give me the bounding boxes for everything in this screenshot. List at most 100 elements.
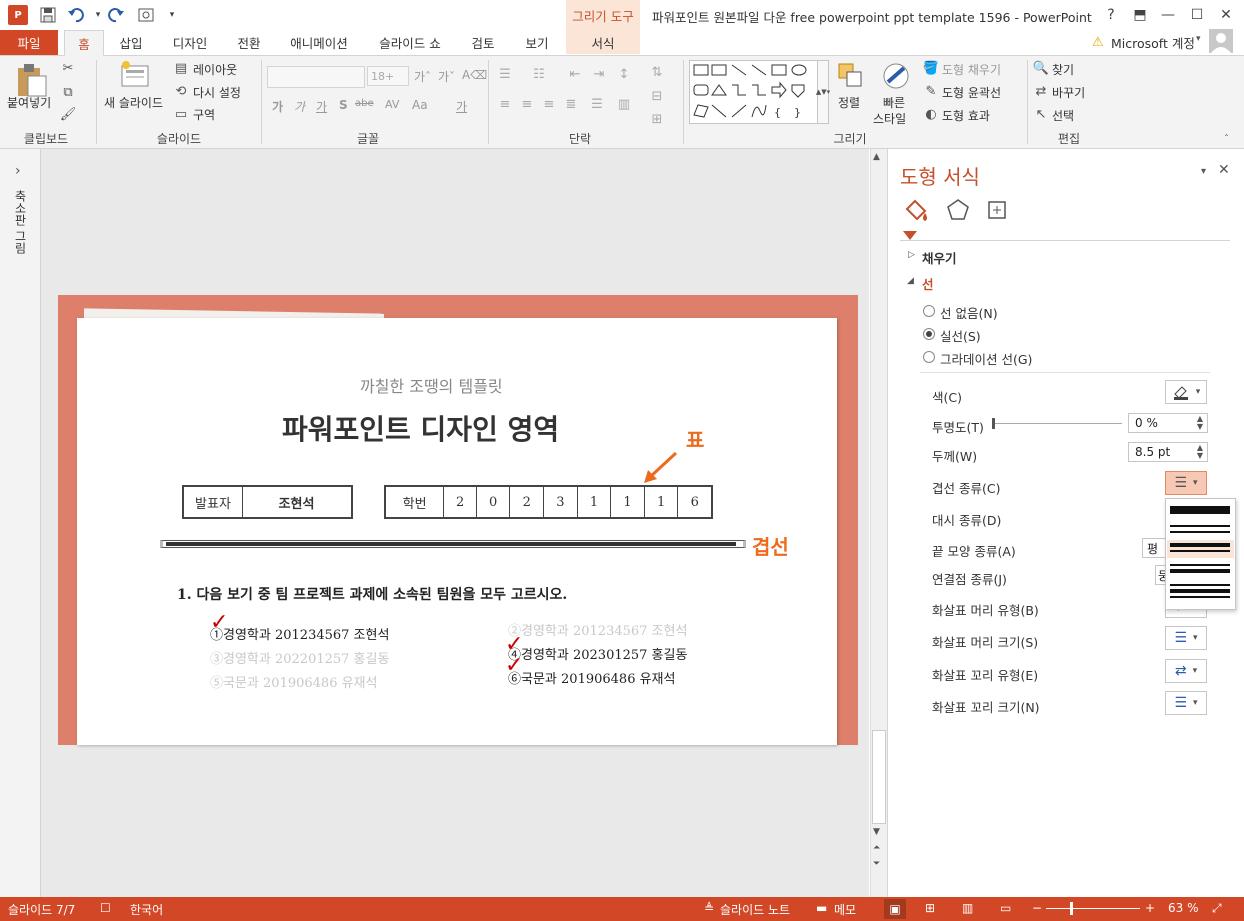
thumbnail-pane-collapsed[interactable] <box>0 149 41 897</box>
tab-format[interactable]: 서식 <box>566 30 640 54</box>
account-button[interactable]: Microsoft 계정 <box>1111 33 1195 52</box>
size-properties-tab-icon[interactable] <box>984 197 1010 223</box>
smartart-icon[interactable]: ⊞ <box>649 111 665 127</box>
bold-icon[interactable]: 가 <box>272 98 283 115</box>
account-dropdown-icon[interactable]: ▾ <box>1196 34 1201 44</box>
layout-icon[interactable]: ▤ <box>173 60 189 76</box>
option-6[interactable]: ⑥국문과 201906486 유재석 <box>508 668 675 687</box>
font-name-select[interactable] <box>267 66 365 88</box>
fit-to-window-icon[interactable]: ⤢ <box>1212 901 1222 916</box>
compound-option-triple[interactable] <box>1170 584 1230 600</box>
compound-type-button[interactable]: ☰ ▾ <box>1165 471 1207 495</box>
tab-insert[interactable]: 삽입 <box>108 30 154 54</box>
distributed-icon[interactable]: ☰ <box>589 96 605 112</box>
clear-format-icon[interactable]: A⌫ <box>462 68 487 82</box>
fill-line-tab-icon[interactable] <box>903 197 931 223</box>
transparency-input[interactable]: 0 % ▲ ▼ <box>1128 413 1208 433</box>
minimize-icon[interactable]: — <box>1155 4 1181 26</box>
scroll-down-icon[interactable]: ▼ <box>873 827 880 837</box>
new-slide-icon[interactable] <box>120 60 150 90</box>
maximize-icon[interactable]: ☐ <box>1184 4 1210 26</box>
zoom-level[interactable]: 63 % <box>1168 901 1199 915</box>
justify-icon[interactable]: ≣ <box>563 96 579 112</box>
tab-animations[interactable]: 애니메이션 <box>278 30 360 54</box>
find-button[interactable]: 찾기 <box>1052 61 1074 78</box>
scrollbar-thumb[interactable] <box>872 730 886 824</box>
undo-dropdown-icon[interactable]: ▾ <box>88 5 108 25</box>
text-direction-icon[interactable]: ⇅ <box>649 64 665 80</box>
replace-button[interactable]: 바꾸기 <box>1052 84 1085 101</box>
undo-icon[interactable] <box>66 5 86 25</box>
notes-button[interactable]: 슬라이드 노트 <box>720 901 790 918</box>
zoom-slider[interactable] <box>1046 908 1140 909</box>
pane-close-icon[interactable]: ✕ <box>1218 162 1230 178</box>
quick-styles-button-line2[interactable]: 스타일 <box>873 110 906 127</box>
spellcheck-icon[interactable]: ☐ <box>100 901 111 915</box>
compound-option-thin-thick[interactable] <box>1170 564 1230 576</box>
shrink-font-icon[interactable]: 가ˇ <box>438 68 455 85</box>
shape-effects-button[interactable]: 도형 효과 <box>942 107 990 124</box>
numbering-icon[interactable]: ☷ <box>531 66 547 82</box>
quick-styles-button[interactable]: 빠른 <box>883 94 905 111</box>
ribbon-display-options-icon[interactable]: ⬒ <box>1127 4 1153 26</box>
reset-icon[interactable]: ⟲ <box>173 83 189 99</box>
slide-subtitle[interactable]: 까칠한 조땡의 템플릿 <box>360 373 503 397</box>
section-button[interactable]: 구역 <box>193 106 215 123</box>
replace-icon[interactable]: ⇄ <box>1033 83 1049 99</box>
char-spacing-icon[interactable]: AV <box>385 98 399 111</box>
spinner-icon[interactable]: ▲ ▼ <box>1193 443 1207 461</box>
shadow-icon[interactable]: S <box>339 98 348 112</box>
effects-tab-icon[interactable] <box>945 197 971 223</box>
student-id-table[interactable]: 학번 2 0 2 3 1 1 1 6 <box>384 485 713 519</box>
reading-view-icon[interactable]: ▥ <box>962 901 973 915</box>
layout-button[interactable]: 레이아웃 <box>193 61 237 78</box>
arrow-end-type-button[interactable]: ⇄ ▾ <box>1165 659 1207 683</box>
comments-button[interactable]: 메모 <box>834 901 856 918</box>
section-icon[interactable]: ▭ <box>173 106 189 122</box>
slide-sorter-icon[interactable]: ⊞ <box>925 901 935 915</box>
tab-view[interactable]: 보기 <box>514 30 560 54</box>
previous-slide-icon[interactable]: ⏶ <box>873 843 880 853</box>
language-indicator[interactable]: 한국어 <box>130 901 163 918</box>
align-center-icon[interactable]: ≡ <box>519 96 535 112</box>
copy-icon[interactable]: ⧉ <box>60 84 76 100</box>
shape-outline-button[interactable]: 도형 윤곽선 <box>942 84 1001 101</box>
line-section-header[interactable]: 선 <box>922 274 934 293</box>
shape-fill-icon[interactable]: 🪣 <box>923 60 939 76</box>
redo-icon[interactable] <box>106 5 126 25</box>
radio-no-line[interactable] <box>923 305 935 317</box>
expand-thumbnails-icon[interactable]: › <box>15 163 21 179</box>
columns-icon[interactable]: ▥ <box>616 96 632 112</box>
paste-button[interactable]: 붙여넣기 <box>7 94 51 111</box>
transparency-slider[interactable] <box>994 423 1122 424</box>
option-5[interactable]: ⑤국문과 201906486 유재석 <box>210 672 377 691</box>
option-3[interactable]: ③경영학과 202201257 홍길동 <box>210 648 389 667</box>
zoom-in-icon[interactable]: + <box>1145 901 1155 915</box>
underline-icon[interactable]: 가 <box>316 98 327 115</box>
avatar[interactable] <box>1209 29 1233 53</box>
tab-file[interactable]: 파일 <box>0 30 58 55</box>
slideshow-icon[interactable]: ▭ <box>1000 901 1011 915</box>
quick-styles-icon[interactable] <box>880 60 912 92</box>
normal-view-icon[interactable]: ▣ <box>884 899 906 919</box>
arrow-end-size-button[interactable]: ☰ ▾ <box>1165 691 1207 715</box>
select-icon[interactable]: ↖ <box>1033 106 1049 122</box>
bullets-icon[interactable]: ☰ <box>497 66 513 82</box>
find-icon[interactable]: 🔍 <box>1033 60 1049 76</box>
presenter-table[interactable]: 발표자 조현석 <box>182 485 353 519</box>
touch-mode-icon[interactable] <box>136 5 156 25</box>
option-4[interactable]: ④경영학과 202301257 홍길동 <box>508 644 687 663</box>
new-slide-button[interactable]: 새 슬라이드 <box>104 94 163 111</box>
align-right-icon[interactable]: ≡ <box>541 96 557 112</box>
compound-option-double[interactable] <box>1170 524 1230 534</box>
line-collapse-icon[interactable]: ◢ <box>907 276 914 286</box>
reset-button[interactable]: 다시 설정 <box>193 84 241 101</box>
slide-counter[interactable]: 슬라이드 7/7 <box>8 901 75 918</box>
customize-icon[interactable]: ▾ <box>162 5 182 25</box>
shapes-gallery[interactable]: {} <box>689 60 819 124</box>
shape-effects-icon[interactable]: ◐ <box>923 106 939 122</box>
next-slide-icon[interactable]: ⏷ <box>873 859 880 869</box>
arrange-button[interactable]: 정렬 <box>838 94 860 111</box>
line-spacing-icon[interactable]: ↕ <box>616 66 632 82</box>
zoom-out-icon[interactable]: − <box>1032 901 1042 915</box>
